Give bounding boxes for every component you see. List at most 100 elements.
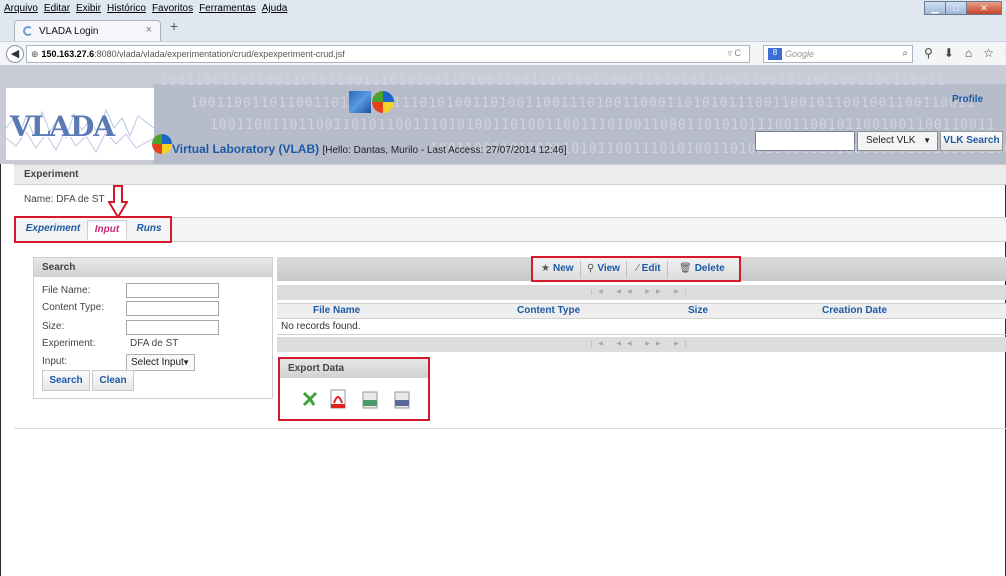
binary-pattern: 1001100110110011010110011101010011010011… bbox=[160, 74, 946, 89]
close-window-button[interactable]: ✕ bbox=[966, 1, 1002, 15]
pager-top[interactable]: |◀ ◀◀ ▶▶ ▶| bbox=[277, 285, 1006, 300]
site-info-icon[interactable]: ⊕ bbox=[31, 49, 39, 60]
annotation-arrow-icon bbox=[108, 185, 128, 219]
select-input-dropdown[interactable]: Select Input ▼ bbox=[126, 354, 195, 371]
pdf-icon[interactable] bbox=[330, 389, 346, 409]
tab-strip: VLADA Login × + bbox=[0, 17, 1006, 41]
vlab-pinwheel-icon bbox=[372, 91, 394, 113]
tab-runs[interactable]: Runs bbox=[132, 220, 166, 240]
input-label: Input: bbox=[42, 356, 68, 367]
vlk-search-button[interactable]: VLK Search bbox=[940, 131, 1003, 151]
size-label: Size: bbox=[42, 321, 65, 332]
maximize-button[interactable]: □ bbox=[945, 1, 967, 15]
header-image bbox=[349, 91, 371, 113]
nav-icons: ⚲ ⬇ ⌂ ☆ ▤ ≡ bbox=[924, 46, 1006, 60]
new-button[interactable]: ★ New bbox=[541, 261, 581, 278]
experiment-name-label: Name: bbox=[24, 194, 54, 205]
clean-button[interactable]: Clean bbox=[92, 370, 134, 391]
tab-input[interactable]: Input bbox=[87, 220, 127, 240]
web-search-placeholder: Google bbox=[785, 49, 815, 59]
view-button[interactable]: ⚲ View bbox=[587, 261, 627, 278]
site-header: 1001100110110011010110011101010011010011… bbox=[0, 66, 1006, 164]
column-content-type[interactable]: Content Type bbox=[517, 305, 580, 316]
delete-label: Delete bbox=[694, 263, 725, 274]
menu-item-histórico[interactable]: Histórico bbox=[107, 3, 146, 14]
site-title-text: Virtual Laboratory (VLAB) bbox=[172, 142, 320, 156]
file-name-input[interactable] bbox=[126, 283, 219, 298]
menu-item-exibir[interactable]: Exibir bbox=[76, 3, 101, 14]
new-label: New bbox=[552, 263, 574, 274]
user-greeting: [Hello: Dantas, Murilo - Last Access: 27… bbox=[322, 145, 567, 156]
vlab-pinwheel-icon bbox=[152, 134, 172, 154]
navigation-bar: ◀ ⊕ 150.163.27.6 :8080/vlada/vlada/exper… bbox=[0, 41, 1006, 66]
url-host: 150.163.27.6 bbox=[41, 49, 95, 59]
back-button[interactable]: ◀ bbox=[6, 45, 24, 63]
pager-bottom[interactable]: |◀ ◀◀ ▶▶ ▶| bbox=[277, 337, 1006, 352]
csv-icon[interactable] bbox=[362, 389, 378, 409]
site-title: Virtual Laboratory (VLAB) [Hello: Dantas… bbox=[172, 142, 567, 156]
menu-item-editar[interactable]: Editar bbox=[44, 3, 70, 14]
content-type-label: Content Type: bbox=[42, 302, 105, 313]
browser-tab[interactable]: VLADA Login × bbox=[14, 20, 161, 41]
bookmark-star-icon[interactable]: ☆ bbox=[983, 46, 994, 60]
star-icon: ★ bbox=[541, 263, 550, 274]
chevron-down-icon: ▼ bbox=[182, 358, 190, 367]
trash-icon: 🗑 bbox=[679, 263, 692, 274]
empty-table-message: No records found. bbox=[277, 319, 1006, 335]
experiment-section-header: Experiment bbox=[14, 164, 1006, 185]
new-tab-button[interactable]: + bbox=[170, 18, 178, 34]
magnifier-icon: ⚲ bbox=[587, 263, 595, 274]
search-panel: Search File Name: Content Type: Size: Ex… bbox=[33, 257, 273, 399]
edit-button[interactable]: ⁄ Edit bbox=[637, 261, 668, 278]
url-path: :8080/vlada/vlada/experimentation/crud/e… bbox=[94, 49, 345, 59]
tab-title: VLADA Login bbox=[39, 25, 99, 37]
window-controls: ▁ □ ✕ bbox=[924, 1, 1002, 15]
table-header: File Name Content Type Size Creation Dat… bbox=[277, 303, 1006, 319]
profile-link[interactable]: Profile bbox=[952, 94, 983, 105]
pencil-icon: ⁄ bbox=[637, 263, 639, 274]
experiment-label: Experiment: bbox=[42, 338, 96, 349]
search-button[interactable]: Search bbox=[42, 370, 90, 391]
file-name-label: File Name: bbox=[42, 285, 91, 296]
select-vlk-label: Select VLK bbox=[866, 135, 916, 146]
export-data-title: Export Data bbox=[280, 359, 428, 378]
experiment-name-row: Name: DFA de ST bbox=[24, 194, 105, 205]
column-file-name[interactable]: File Name bbox=[313, 305, 360, 316]
search-icon[interactable]: ⚲ bbox=[924, 46, 933, 60]
menu-item-ajuda[interactable]: Ajuda bbox=[262, 3, 288, 14]
experiment-tabs: Experiment Input Runs bbox=[14, 216, 1006, 243]
chevron-down-icon: ▼ bbox=[923, 136, 931, 145]
content-type-input[interactable] bbox=[126, 301, 219, 316]
vlk-search-input[interactable] bbox=[755, 131, 855, 151]
xls-icon[interactable] bbox=[302, 389, 318, 409]
web-search-box[interactable]: 8 Google ⌕ bbox=[763, 45, 913, 63]
download-icon[interactable]: ⬇ bbox=[944, 46, 954, 60]
loading-icon bbox=[23, 26, 33, 36]
home-icon[interactable]: ⌂ bbox=[965, 46, 972, 60]
menu-item-ferramentas[interactable]: Ferramentas bbox=[199, 3, 256, 14]
xml-icon[interactable] bbox=[394, 389, 410, 409]
delete-button[interactable]: 🗑 Delete bbox=[679, 261, 731, 278]
reload-icon[interactable]: ▿ C bbox=[727, 48, 741, 59]
column-size[interactable]: Size bbox=[688, 305, 708, 316]
select-input-label: Select Input bbox=[131, 357, 184, 368]
export-data-panel: Export Data bbox=[278, 357, 430, 421]
minimize-button[interactable]: ▁ bbox=[924, 1, 946, 15]
vlada-logo[interactable]: VLADA bbox=[6, 88, 154, 160]
select-vlk-dropdown[interactable]: Select VLK ▼ bbox=[857, 131, 938, 151]
size-input[interactable] bbox=[126, 320, 219, 335]
search-icon[interactable]: ⌕ bbox=[902, 48, 908, 59]
experiment-value: DFA de ST bbox=[130, 338, 179, 349]
experiment-name-value: DFA de ST bbox=[56, 194, 105, 205]
menu-bar: Arquivo Editar Exibir Histórico Favoritos Fer… bbox=[0, 0, 1006, 17]
tab-close-icon[interactable]: × bbox=[146, 24, 152, 36]
column-creation-date[interactable]: Creation Date bbox=[822, 305, 887, 316]
address-bar[interactable]: ⊕ 150.163.27.6 :8080/vlada/vlada/experim… bbox=[26, 45, 750, 63]
menu-item-favoritos[interactable]: Favoritos bbox=[152, 3, 193, 14]
google-icon: 8 bbox=[768, 48, 782, 60]
content-divider bbox=[14, 428, 1006, 429]
tab-experiment[interactable]: Experiment bbox=[24, 220, 82, 240]
logo-text: VLADA bbox=[10, 110, 115, 143]
view-label: View bbox=[597, 263, 620, 274]
menu-item-arquivo[interactable]: Arquivo bbox=[4, 3, 38, 14]
